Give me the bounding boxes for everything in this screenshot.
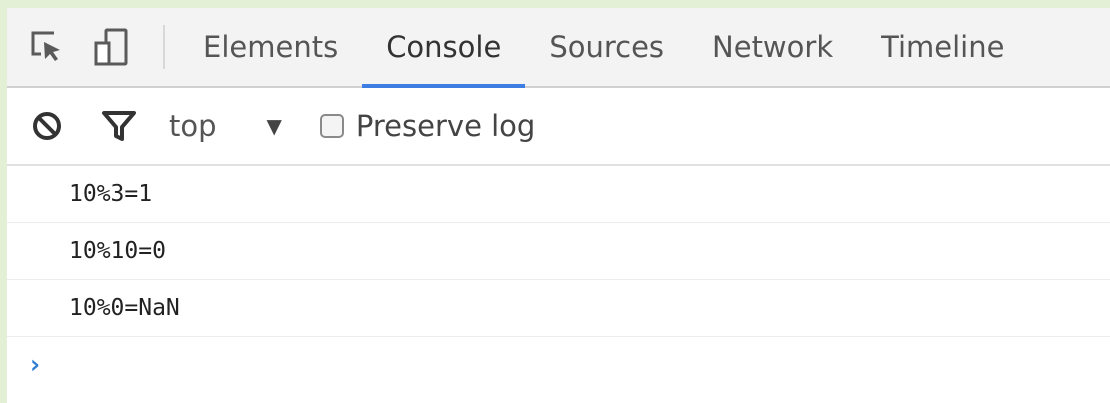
clear-console-icon[interactable] — [27, 106, 67, 146]
devtools-tabbar: Elements Console Sources Network Timelin… — [7, 8, 1110, 88]
tab-network[interactable]: Network — [712, 8, 833, 86]
context-selector[interactable]: top — [169, 109, 217, 143]
window-frame-top — [0, 0, 1110, 8]
preserve-log-label: Preserve log — [355, 109, 536, 143]
filter-icon[interactable] — [99, 106, 139, 146]
console-prompt[interactable]: › — [7, 337, 1110, 393]
devtools-panel: Elements Console Sources Network Timelin… — [7, 8, 1110, 403]
console-toolbar: top ▼ Preserve log — [7, 88, 1110, 166]
toolbar-divider — [163, 25, 165, 69]
console-message: 10%10=0 — [7, 223, 1110, 280]
preserve-log-checkbox[interactable] — [319, 114, 344, 138]
tab-timeline[interactable]: Timeline — [881, 8, 1004, 86]
console-message: 10%0=NaN — [7, 280, 1110, 337]
tab-console[interactable]: Console — [362, 8, 526, 88]
device-mode-icon[interactable] — [89, 25, 133, 69]
tab-elements[interactable]: Elements — [203, 8, 338, 86]
tab-sources[interactable]: Sources — [549, 8, 664, 86]
dropdown-arrow-icon[interactable]: ▼ — [267, 114, 282, 138]
console-messages: 10%3=1 10%10=0 10%0=NaN › — [7, 166, 1110, 393]
window-frame-left — [0, 0, 7, 403]
inspect-element-icon[interactable] — [25, 25, 69, 69]
console-message: 10%3=1 — [7, 166, 1110, 223]
